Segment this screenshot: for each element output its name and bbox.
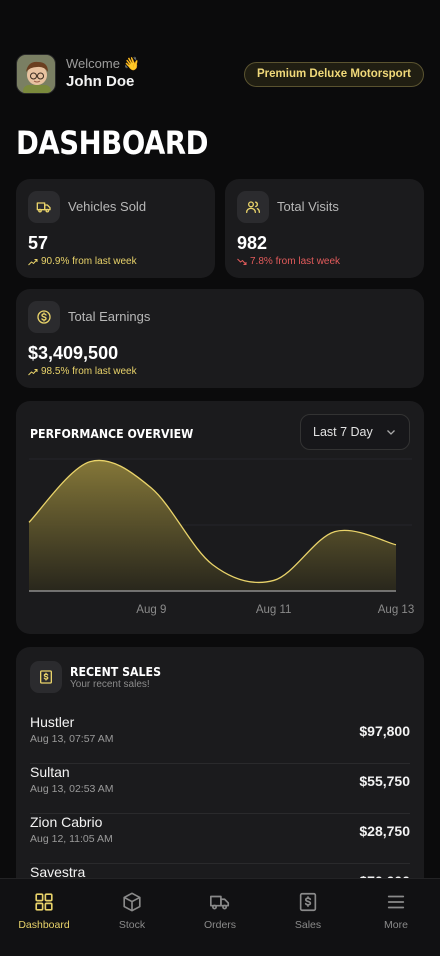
recent-sales-card: RECENT SALES Your recent sales! Hustler … [16, 647, 424, 907]
range-select-value: Last 7 Day [313, 425, 373, 439]
chart-x-tick-label: Aug 11 [256, 604, 292, 616]
total-visits-card[interactable]: Total Visits 982 7.8% from last week [225, 179, 424, 278]
sale-row[interactable]: Sultan Aug 13, 02:53 AM $55,750 [30, 764, 410, 814]
recent-sales-subtitle: Your recent sales! [70, 679, 150, 690]
dollar-circle-icon [28, 301, 60, 333]
header: Welcome 👋 John Doe Premium Deluxe Motors… [16, 54, 424, 94]
stat-change: 90.9% from last week [28, 256, 137, 267]
sale-date: Aug 13, 07:57 AM [30, 733, 114, 745]
sale-row[interactable]: Zion Cabrio Aug 12, 11:05 AM $28,750 [30, 814, 410, 864]
sale-date: Aug 13, 02:53 AM [30, 783, 114, 795]
stat-change-text: 90.9% from last week [41, 256, 137, 267]
nav-more[interactable]: More [352, 879, 440, 956]
sale-amount: $55,750 [359, 773, 410, 789]
nav-sales[interactable]: Sales [264, 879, 352, 956]
box-icon [123, 892, 141, 912]
sale-amount: $97,800 [359, 723, 410, 739]
trend-up-icon [28, 258, 38, 265]
stat-change-text: 98.5% from last week [41, 366, 137, 377]
dealership-badge[interactable]: Premium Deluxe Motorsport [244, 61, 424, 87]
sale-vehicle: Hustler [30, 714, 75, 730]
truck-icon [210, 895, 230, 910]
receipt-icon [299, 892, 317, 912]
chart-area [29, 460, 396, 591]
sale-row[interactable]: Hustler Aug 13, 07:57 AM $97,800 [30, 714, 410, 764]
performance-card: Aug 9 Aug 11 Aug 13 PERFORMANCE OVERVIEW L… [16, 401, 424, 634]
sale-vehicle: Zion Cabrio [30, 814, 103, 830]
receipt-icon [30, 661, 62, 693]
users-icon [237, 191, 269, 223]
trend-up-icon [28, 368, 38, 375]
total-earnings-card[interactable]: Total Earnings $3,409,500 98.5% from las… [16, 289, 424, 388]
avatar[interactable] [16, 54, 56, 94]
grid-icon [35, 893, 53, 911]
stat-value: 982 [237, 233, 268, 253]
nav-label: Sales [294, 919, 322, 931]
stat-label: Total Visits [277, 199, 339, 214]
nav-stock[interactable]: Stock [88, 879, 176, 956]
range-select[interactable]: Last 7 Day [300, 414, 410, 450]
chart-x-tick-label: Aug 13 [378, 604, 414, 616]
stat-label: Total Earnings [68, 309, 151, 324]
sale-vehicle: Sultan [30, 764, 70, 780]
page-title: DASHBOARD [16, 124, 209, 162]
bottom-nav: Dashboard Stock Orders Sales More [0, 878, 440, 956]
nav-label: Orders [203, 919, 237, 931]
nav-label: Stock [118, 919, 146, 931]
username: John Doe [66, 73, 135, 90]
sale-amount: $28,750 [359, 823, 410, 839]
chevron-down-icon [387, 430, 395, 435]
stat-value: 57 [28, 233, 49, 253]
welcome-text: Welcome 👋 [66, 56, 140, 71]
trend-down-icon [237, 258, 247, 265]
stat-change-text: 7.8% from last week [250, 256, 341, 267]
recent-sales-title: RECENT SALES [70, 664, 161, 679]
nav-orders[interactable]: Orders [176, 879, 264, 956]
stat-label: Vehicles Sold [68, 199, 147, 214]
nav-label: Dashboard [18, 919, 70, 931]
menu-icon [387, 895, 405, 909]
nav-label: More [384, 919, 408, 931]
performance-title: PERFORMANCE OVERVIEW [30, 426, 194, 441]
vehicles-sold-card[interactable]: Vehicles Sold 57 90.9% from last week [16, 179, 215, 278]
stat-value: $3,409,500 [28, 343, 119, 363]
stat-change: 7.8% from last week [237, 256, 340, 267]
truck-icon [28, 191, 60, 223]
stat-change: 98.5% from last week [28, 366, 137, 377]
nav-dashboard[interactable]: Dashboard [0, 879, 88, 956]
sale-date: Aug 12, 11:05 AM [30, 833, 113, 845]
chart-x-tick-label: Aug 9 [136, 604, 166, 616]
